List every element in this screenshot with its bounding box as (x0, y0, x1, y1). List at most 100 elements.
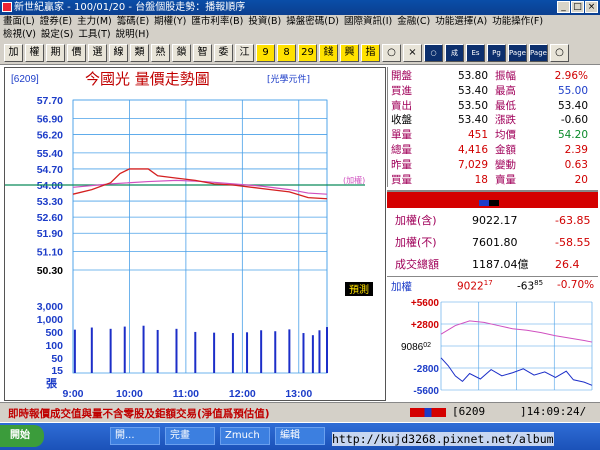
quote-label: 最高 (495, 84, 516, 97)
index-label: 加權(不) (395, 236, 437, 249)
quote-row: 賣出 53.50 最低 53.40 (388, 99, 599, 113)
price-tick-label: 51.10 (37, 247, 63, 259)
menu-item[interactable]: 工具(T) (78, 29, 110, 40)
toolbar-button[interactable]: 興 (340, 44, 359, 62)
toolbar-button[interactable]: 線 (109, 44, 128, 62)
quote-row: 總量 4,416 金額 2.39 (388, 143, 599, 157)
bid-ask-segment (479, 200, 489, 206)
index-label: 成交總額 (395, 258, 439, 271)
toolbar-button[interactable]: × (403, 44, 422, 62)
quote-label: 均價 (495, 129, 516, 142)
menu-item[interactable]: 金融(C) (397, 16, 430, 27)
toolbar-button[interactable]: 成 (445, 44, 464, 62)
mini-tick-label: -5600 (413, 386, 439, 397)
toolbar-button[interactable]: Pg (487, 44, 506, 62)
menu-item[interactable]: 籌碼(E) (117, 16, 149, 27)
forecast-tag-text: 預測 (349, 283, 369, 296)
time-tick-label: 12:00 (229, 388, 256, 400)
toolbar-button[interactable]: 鎖 (172, 44, 191, 62)
menu-item[interactable]: 匯市利率(B) (191, 16, 243, 27)
menu-item[interactable]: 主力(M) (77, 16, 112, 27)
industry-label: [光學元件] (267, 73, 310, 85)
minimize-button[interactable]: _ (557, 1, 570, 13)
toolbar-button[interactable]: 熱 (151, 44, 170, 62)
menu-item[interactable]: 操盤密碼(D) (286, 16, 339, 27)
taskbar-item[interactable]: Zmuch (220, 427, 270, 445)
toolbar-button[interactable]: 指 (361, 44, 380, 62)
toolbar-button[interactable]: 8 (277, 44, 296, 62)
toolbar-button[interactable]: 加 (4, 44, 23, 62)
taskbar-item[interactable]: 開... (110, 427, 160, 445)
toolbar-button[interactable]: Es (466, 44, 485, 62)
quote-value: 451 (467, 129, 488, 142)
toolbar-button[interactable]: 智 (193, 44, 212, 62)
quote-label: 開盤 (391, 70, 412, 82)
price-tick-label: 50.30 (37, 265, 63, 277)
index-value: 7601.80 (472, 236, 518, 249)
toolbar-button[interactable]: 29 (298, 44, 317, 62)
start-button[interactable]: 開始 (0, 425, 44, 447)
quote-label: 漲跌 (495, 114, 516, 127)
menu-item[interactable]: 功能操作(F) (492, 16, 543, 27)
menu-item[interactable]: 設定(S) (41, 29, 73, 40)
menu-item[interactable]: 投資(B) (248, 16, 281, 27)
quote-row: 昨量 7,029 變動 0.63 (388, 158, 599, 172)
price-tick-label: 54.00 (37, 180, 63, 192)
toolbar-button[interactable]: 選 (88, 44, 107, 62)
menu-item[interactable]: 檢視(V) (3, 29, 36, 40)
toolbar-button[interactable]: 9 (256, 44, 275, 62)
volume-tick-label: 50 (51, 353, 63, 365)
toolbar-button[interactable]: 類 (130, 44, 149, 62)
menu-item[interactable]: 說明(H) (116, 29, 150, 40)
price-tick-label: 52.60 (37, 212, 63, 224)
price-volume-chart: [6209] 今國光 量價走勢圖 [光學元件] 57.70 56.90 56.20 55.4… (4, 67, 386, 401)
toolbar-button[interactable]: 錢 (319, 44, 338, 62)
volume-tick-label: 1,000 (37, 314, 63, 326)
toolbar-button[interactable]: 期 (46, 44, 65, 62)
window-controls: _ □ × (557, 1, 598, 13)
stock-code: [6209] (11, 74, 39, 85)
price-tick-label: 53.30 (37, 196, 63, 208)
toolbar-button[interactable]: Page (508, 44, 527, 62)
toolbar-button[interactable]: ○ (550, 44, 569, 62)
quote-value: 53.50 (457, 99, 488, 112)
toolbar-button[interactable]: Page (529, 44, 548, 62)
time-tick-label: 10:00 (116, 388, 143, 400)
quote-value: 53.40 (457, 84, 488, 97)
index-mini-chart: 加權 902217 -6385 -0.70% +5600 +2800 -2800 -5… (387, 276, 598, 400)
quote-value: 4,416 (457, 144, 488, 156)
toolbar-button[interactable]: ○ (382, 44, 401, 62)
app-icon (2, 2, 12, 12)
menu-item[interactable]: 證券(E) (40, 16, 72, 27)
close-button[interactable]: × (585, 1, 598, 13)
stock-code-field[interactable]: [6209 (452, 405, 485, 418)
watermark-url: http://kujd3268.pixnet.net/album (332, 432, 554, 446)
color-indicator (410, 408, 446, 417)
toolbar-button[interactable]: 委 (214, 44, 233, 62)
menu-item[interactable]: 功能選擇(A) (435, 16, 487, 27)
menu-item[interactable]: 期權(Y) (154, 16, 186, 27)
toolbar-button[interactable]: ○ (424, 44, 443, 62)
price-tick-label: 54.70 (37, 164, 63, 176)
quote-label: 金額 (495, 144, 516, 156)
quote-value: 2.39 (564, 144, 588, 156)
volume-tick-label: 100 (45, 340, 63, 352)
bid-ask-segment (499, 200, 509, 206)
index-row: 加權(含) 9022.17 -63.85 (387, 210, 598, 232)
toolbar-button[interactable]: 價 (67, 44, 86, 62)
taskbar-item[interactable]: 編輯 (275, 427, 325, 445)
menu-item[interactable]: 國際資訊(I) (344, 16, 392, 27)
menu-item[interactable]: 畫面(L) (3, 16, 35, 27)
reference-label: (加權) (343, 175, 365, 185)
clock: ]14:09:24/ (520, 405, 587, 418)
taskbar-item[interactable]: 完畫 (165, 427, 215, 445)
quote-value: 20 (574, 173, 588, 186)
maximize-button[interactable]: □ (571, 1, 584, 13)
volume-tick-label: 3,000 (37, 301, 63, 313)
price-tick-label: 56.90 (37, 113, 63, 125)
mini-chart-svg: +5600 +2800 -2800 -5600 908602 (401, 298, 593, 397)
toolbar-button[interactable]: 權 (25, 44, 44, 62)
toolbar-button[interactable]: 江 (235, 44, 254, 62)
mini-header: 加權 902217 -6385 -0.70% (387, 279, 598, 293)
quote-row: 買量 18 賣量 20 (388, 173, 599, 187)
